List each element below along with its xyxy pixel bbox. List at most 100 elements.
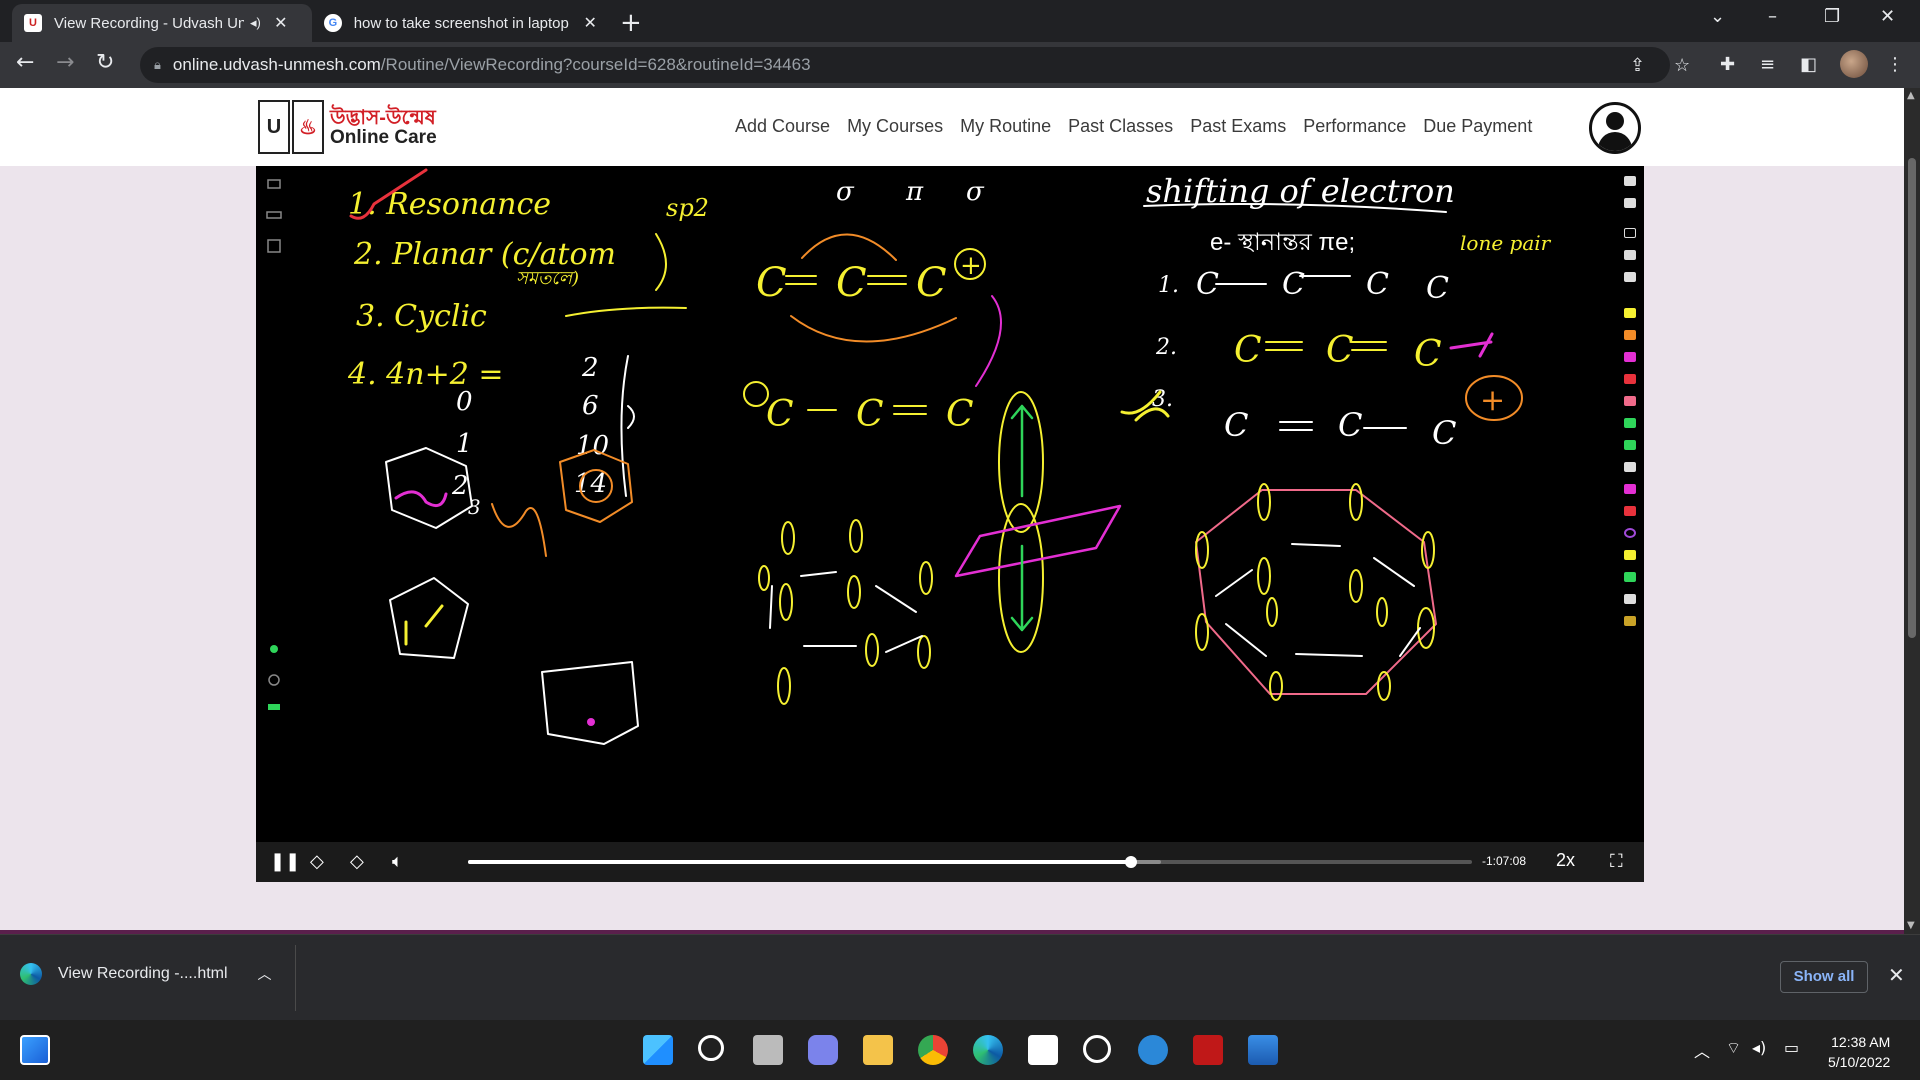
magenta-scribble (394, 490, 448, 508)
close-shelf-icon[interactable]: ✕ (1888, 963, 1905, 987)
line-tool-icon[interactable] (1624, 506, 1636, 516)
wifi-icon[interactable]: ⌔ (1726, 1038, 1741, 1058)
resonance-c6: C (946, 394, 974, 435)
orange-pen-icon[interactable] (1624, 330, 1636, 340)
page-scrollbar[interactable]: ▲ ▼ (1904, 88, 1920, 934)
show-all-button[interactable]: Show all (1780, 961, 1868, 993)
n-value-0: 0 (456, 387, 473, 417)
chevron-up-tray-icon[interactable]: ︿ (1694, 1038, 1710, 1062)
task-view-icon[interactable] (753, 1035, 783, 1065)
time-remaining: -1:07:08 (1482, 854, 1527, 868)
scroll-thumb[interactable] (1908, 158, 1916, 638)
address-bar[interactable]: 🔒︎ online.udvash-unmesh.com/Routine/View… (140, 47, 1690, 83)
chevron-up-icon[interactable]: ︿ (258, 964, 272, 984)
extensions-icon[interactable]: ✚ (1720, 54, 1735, 75)
site-logo[interactable]: U ♨ উদ্ভাস-উন্মেষ Online Care (258, 100, 437, 154)
media-control-icon[interactable]: ≡ (1760, 54, 1775, 75)
side-panel-icon[interactable]: ◧ (1800, 54, 1817, 75)
subheading-bangla: e- স্থানান্তর πe; (1210, 229, 1355, 256)
seek-knob[interactable] (1124, 856, 1137, 868)
hand-tool-icon[interactable] (1624, 176, 1636, 186)
file-explorer-icon[interactable] (863, 1035, 893, 1065)
forward-skip-icon[interactable]: ◇ (350, 851, 364, 872)
rewind-icon[interactable]: ◇ (310, 851, 324, 872)
yellow-pen-icon[interactable] (1624, 308, 1636, 318)
lasso-tool-icon[interactable] (1624, 228, 1636, 238)
pause-icon[interactable]: ❚❚ (270, 851, 300, 872)
pink-pen-icon[interactable] (1624, 396, 1636, 406)
playback-speed-button[interactable]: 2x (1556, 850, 1575, 871)
bookmark-star-icon[interactable]: ☆ (1674, 55, 1690, 76)
list-item-3: 3. Cyclic (356, 299, 487, 334)
magenta-pen-icon[interactable] (1624, 352, 1636, 362)
pointer-tool-icon[interactable] (1624, 198, 1636, 208)
volume-tray-icon[interactable]: ◂) (1752, 1038, 1766, 1057)
speaker-icon[interactable]: ◂) (250, 15, 261, 31)
annotation-toolbar (1616, 166, 1644, 842)
chrome-icon[interactable] (918, 1035, 948, 1065)
sp2-label: sp2 (666, 194, 709, 222)
system-clock[interactable]: 12:38 AM 5/10/2022 (1828, 1032, 1890, 1072)
teams-chat-icon[interactable] (808, 1035, 838, 1065)
close-window-button[interactable]: ✕ (1880, 6, 1895, 27)
help-icon[interactable] (1138, 1035, 1168, 1065)
menu-kebab-icon[interactable]: ⋮ (1886, 54, 1904, 75)
minimize-button[interactable]: – (1768, 6, 1777, 27)
store-icon[interactable] (1028, 1035, 1058, 1065)
text-tool-icon[interactable] (1624, 594, 1636, 604)
sticky-note-icon[interactable] (1624, 550, 1636, 560)
nav-add-course[interactable]: Add Course (735, 116, 830, 137)
user-profile-icon[interactable] (1589, 102, 1641, 154)
start-windows-icon[interactable] (643, 1035, 673, 1065)
volume-icon[interactable]: 🔈︎ (392, 851, 403, 872)
profile-avatar[interactable] (1840, 50, 1868, 78)
fullscreen-icon[interactable]: ⛶ (1610, 851, 1623, 872)
scroll-down-icon[interactable]: ▼ (1907, 920, 1915, 931)
share-icon[interactable]: ⇪ (1630, 55, 1645, 76)
back-icon[interactable]: ← (16, 50, 34, 75)
nav-my-courses[interactable]: My Courses (847, 116, 943, 137)
green-highlighter-icon[interactable] (1624, 440, 1636, 450)
close-tab-icon[interactable]: ✕ (580, 13, 600, 33)
nav-past-classes[interactable]: Past Classes (1068, 116, 1173, 137)
tab-search-icon[interactable]: ⌄ (1710, 6, 1725, 27)
list-item-2: 2. Planar (c/atom (353, 237, 616, 272)
circle-tool-icon[interactable] (1624, 528, 1636, 538)
battery-icon[interactable]: ▭ (1784, 1038, 1799, 1057)
eraser-tool-icon[interactable] (1624, 250, 1636, 260)
plus-charge: + (960, 251, 982, 281)
clipboard-tool-icon[interactable] (1624, 616, 1636, 626)
lock-icon[interactable]: 🔒︎ (154, 57, 161, 73)
tab-view-recording[interactable]: U View Recording - Udvash Un ◂) ✕ (12, 4, 312, 42)
video-player[interactable]: 1. Resonance 2. Planar (c/atom সমতলে) 3.… (256, 166, 1644, 882)
nav-my-routine[interactable]: My Routine (960, 116, 1051, 137)
scroll-up-icon[interactable]: ▲ (1907, 90, 1915, 101)
white-pen-icon[interactable] (1624, 462, 1636, 472)
new-tab-button[interactable]: + (620, 8, 642, 38)
nav-due-payment[interactable]: Due Payment (1423, 116, 1532, 137)
pi-count-2: 2 (581, 353, 599, 383)
app-icon[interactable] (1083, 1035, 1111, 1063)
curve-tool-icon[interactable] (1624, 572, 1636, 582)
widgets-icon[interactable] (20, 1035, 50, 1065)
mcafee-icon[interactable] (1193, 1035, 1223, 1065)
photos-icon[interactable] (1248, 1035, 1278, 1065)
edge-file-icon (20, 963, 42, 985)
shape-tool-icon[interactable] (1624, 484, 1636, 494)
nav-performance[interactable]: Performance (1303, 116, 1406, 137)
edge-icon[interactable] (973, 1035, 1003, 1065)
nav-past-exams[interactable]: Past Exams (1190, 116, 1286, 137)
lone-pair-label: lone pair (1460, 231, 1552, 255)
search-icon[interactable] (698, 1035, 724, 1061)
forward-icon[interactable]: → (56, 50, 74, 75)
pen-tool-icon[interactable] (1624, 272, 1636, 282)
close-tab-icon[interactable]: ✕ (271, 13, 291, 33)
green-pen-icon[interactable] (1624, 418, 1636, 428)
download-item[interactable]: View Recording -....html ︿ (20, 963, 272, 985)
case-2: 2. (1155, 335, 1177, 360)
seek-bar[interactable] (468, 856, 1472, 868)
red-pen-icon[interactable] (1624, 374, 1636, 384)
reload-icon[interactable]: ↻ (96, 50, 114, 75)
tab-screenshot-search[interactable]: G how to take screenshot in laptop ✕ (312, 4, 612, 42)
restore-button[interactable]: ❐ (1824, 6, 1840, 27)
